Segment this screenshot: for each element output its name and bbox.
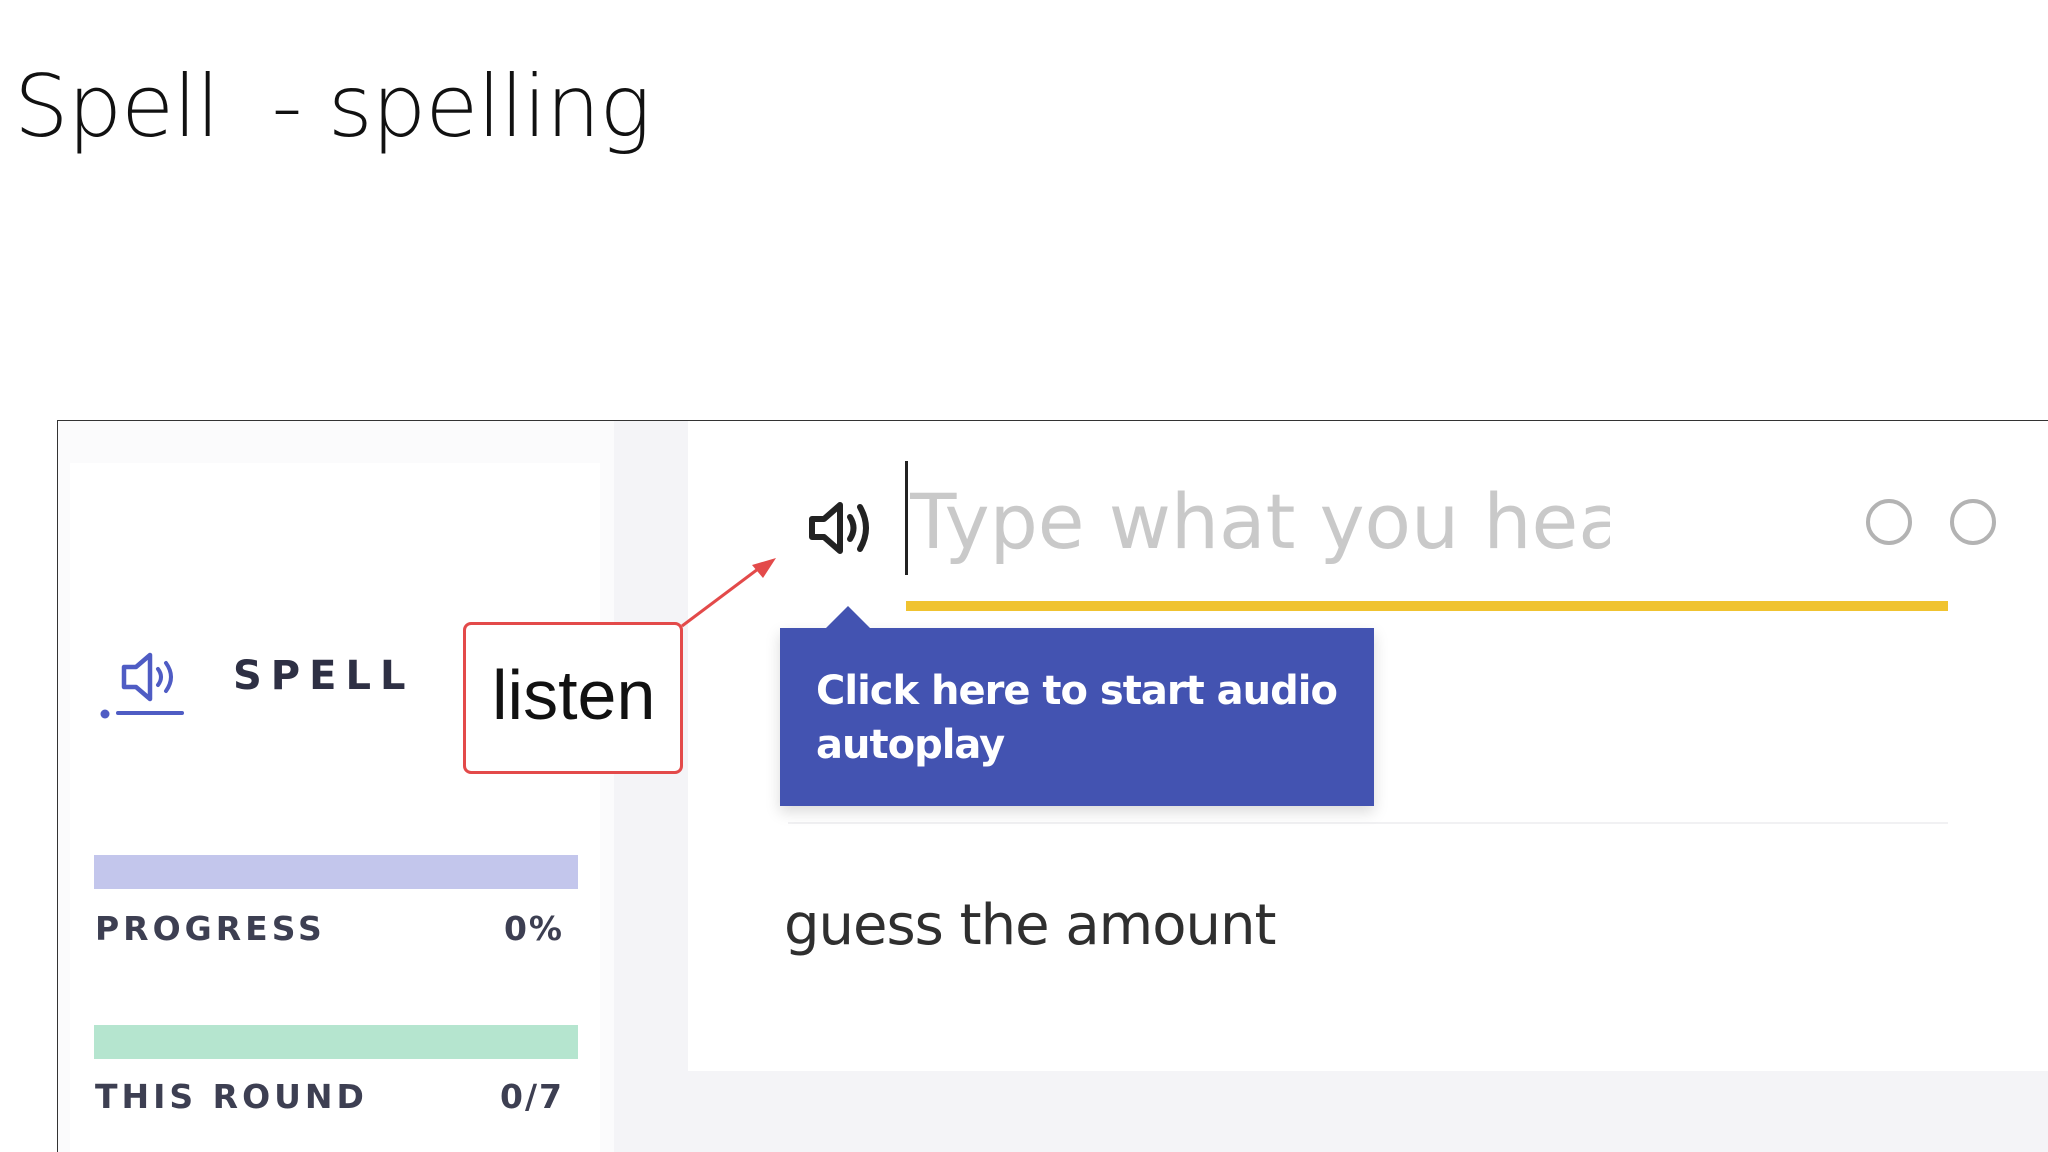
- input-underline: [906, 601, 1948, 611]
- sidebar: SPELL PROGRESS 0% THIS ROUND 0/7: [58, 421, 614, 1152]
- speaker-icon[interactable]: [806, 493, 878, 563]
- tooltip-text: Click here to start audio autoplay: [816, 668, 1338, 768]
- slide-title: Spell - spelling: [14, 57, 651, 157]
- callout-text: listen: [492, 656, 656, 734]
- mode-label: SPELL: [233, 653, 415, 699]
- attempt-indicator: [1866, 499, 1912, 545]
- speaker-icon: [100, 652, 184, 719]
- divider: [788, 822, 1948, 824]
- text-caret: [905, 461, 908, 575]
- autoplay-tooltip[interactable]: Click here to start audio autoplay: [780, 606, 1374, 806]
- answer-input[interactable]: [910, 471, 1610, 571]
- progress-value: 0%: [503, 909, 564, 948]
- round-bar: [94, 1025, 578, 1059]
- slide: Spell - spelling SPELL PROGRESS 0% THIS …: [0, 0, 2048, 1152]
- sidebar-panel: SPELL PROGRESS 0% THIS ROUND 0/7: [70, 463, 600, 1152]
- round-label: THIS ROUND: [95, 1077, 368, 1116]
- progress-label: PROGRESS: [95, 909, 326, 948]
- hint-text: guess the amount: [784, 893, 1276, 958]
- attempt-indicator: [1950, 499, 1996, 545]
- round-value: 0/7: [500, 1077, 564, 1116]
- progress-bar: [94, 855, 578, 889]
- callout-box: listen: [463, 622, 683, 774]
